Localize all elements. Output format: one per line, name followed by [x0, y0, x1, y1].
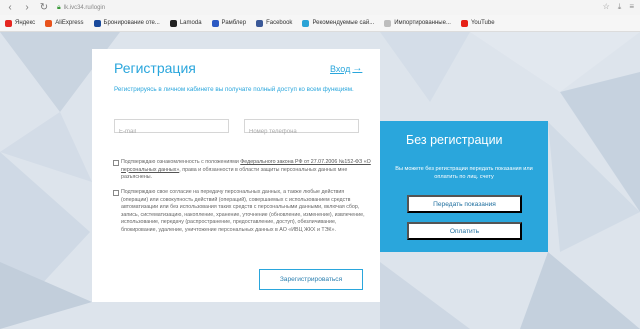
bookmark-label: Facebook [266, 20, 293, 26]
bookmark-item[interactable]: YouTube [460, 19, 495, 27]
pay-button[interactable]: Оплатить [407, 222, 522, 240]
reload-icon[interactable]: ↻ [37, 1, 51, 15]
phone-field[interactable] [244, 119, 359, 138]
booking-icon [93, 19, 101, 27]
no-registration-title: Без регистрации [406, 133, 503, 147]
bookmark-item[interactable]: AliExpress [45, 19, 84, 27]
bookmark-item[interactable]: Рамблер [211, 19, 247, 27]
consent-law-text: Подтверждаю ознакомленность с положениям… [121, 159, 371, 182]
menu-icon[interactable]: ≡ [629, 2, 634, 12]
aliexpress-icon [45, 19, 53, 27]
recommended-icon [302, 19, 310, 27]
back-arrow-icon[interactable]: ‹ [3, 1, 17, 15]
login-link[interactable]: Вход → [330, 63, 362, 74]
email-input[interactable] [115, 126, 228, 138]
folder-icon [384, 19, 392, 27]
consent-data-checkbox[interactable] [113, 190, 119, 196]
bookmark-label: Рекомендуемые сай... [312, 20, 375, 26]
lock-icon: 🔒︎ [57, 3, 61, 11]
facebook-icon [256, 19, 264, 27]
bookmark-label: YouTube [470, 20, 495, 26]
lamoda-icon [169, 19, 177, 27]
bookmark-label: Рамблер [221, 20, 247, 26]
email-field[interactable] [114, 119, 229, 138]
arrow-right-icon: → [352, 63, 363, 74]
consent-law-pre: Подтверждаю ознакомленность с положениям… [121, 159, 241, 165]
phone-input[interactable] [245, 126, 358, 138]
bookmark-star-icon[interactable]: ☆ [603, 2, 610, 12]
bookmark-label: Бронирование оте... [103, 20, 160, 26]
no-registration-panel: Без регистрации Вы можете без регистраци… [380, 121, 548, 252]
address-bar[interactable]: lk.ivc34.ru/login [64, 5, 105, 11]
bookmark-item[interactable]: Facebook [256, 19, 293, 27]
youtube-icon [460, 19, 468, 27]
toolbar-actions: ☆ ⤓ ≡ [603, 2, 634, 12]
bookmark-item[interactable]: Lamoda [169, 19, 202, 27]
download-icon[interactable]: ⤓ [618, 2, 622, 12]
consent-data-text: Подтверждаю свое согласие на передачу пе… [121, 189, 365, 233]
yandex-icon [5, 19, 12, 27]
registration-title: Регистрация [114, 60, 196, 76]
rambler-icon [211, 19, 219, 27]
login-link-label: Вход [330, 63, 351, 74]
forward-arrow-icon[interactable]: › [20, 1, 34, 15]
registration-intro: Регистрируясь в личном кабинете вы получ… [114, 86, 354, 93]
registration-card: Регистрация Вход → Регистрируясь в лично… [92, 49, 380, 302]
no-registration-text: Вы можете без регистрации передать показ… [395, 166, 533, 180]
bookmark-label: Lamoda [179, 20, 202, 26]
register-button[interactable]: Зарегистрироваться [259, 269, 363, 290]
bookmark-item[interactable]: Бронирование оте... [93, 19, 160, 27]
bookmark-item[interactable]: Импортированные... [384, 19, 451, 27]
bookmark-item[interactable]: Яндекс [5, 19, 36, 27]
bookmark-label: AliExpress [55, 20, 84, 26]
bookmark-label: Импортированные... [394, 20, 451, 26]
submit-readings-button[interactable]: Передать показания [407, 195, 522, 213]
bookmark-label: Яндекс [15, 20, 36, 26]
bookmark-item[interactable]: Рекомендуемые сай... [302, 19, 375, 27]
browser-toolbar: ‹ › ↻ 🔒︎ lk.ivc34.ru/login ☆ ⤓ ≡ [0, 0, 640, 15]
bookmarks-bar: Яндекс AliExpress Бронирование оте... Lamod… [0, 15, 640, 32]
consent-law-checkbox[interactable] [113, 160, 119, 166]
